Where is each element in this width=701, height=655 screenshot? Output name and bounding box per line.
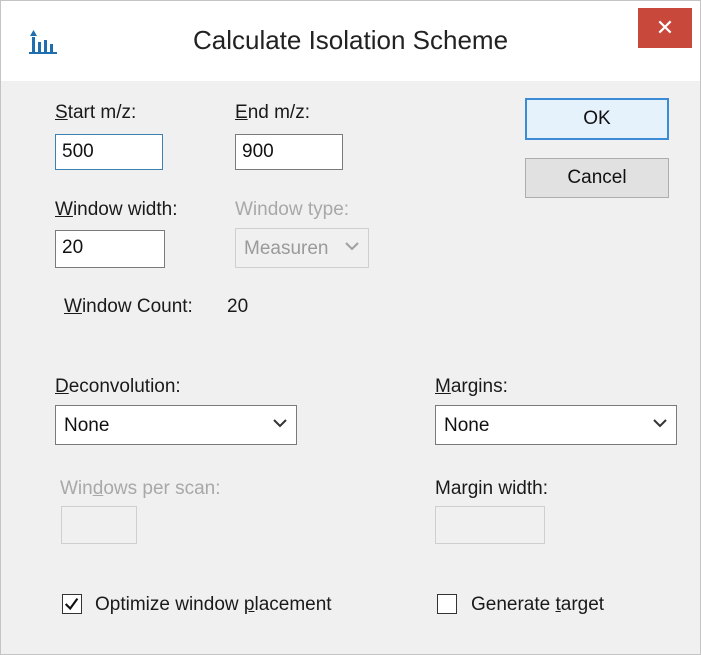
margins-label: Margins:	[435, 376, 508, 397]
window-count-value: 20	[227, 296, 249, 317]
cancel-button[interactable]: Cancel	[525, 158, 669, 198]
window-type-select: Measuren	[235, 228, 369, 268]
dialog-body: Start m/z: 500 End m/z: 900 OK Cancel Wi…	[9, 81, 694, 644]
generate-target-label[interactable]: Generate target	[471, 594, 604, 616]
title-bar: Calculate Isolation Scheme ✕	[1, 1, 700, 81]
generate-target-checkbox[interactable]	[437, 594, 457, 614]
end-mz-label: End m/z:	[235, 102, 310, 123]
start-mz-input[interactable]: 500	[55, 134, 163, 170]
optimize-placement-checkbox[interactable]	[62, 594, 82, 614]
window-width-input[interactable]: 20	[55, 230, 165, 268]
chevron-down-icon	[653, 419, 667, 428]
deconvolution-label: Deconvolution:	[55, 376, 181, 397]
close-icon: ✕	[655, 15, 675, 40]
optimize-placement-label[interactable]: Optimize window placement	[95, 594, 332, 616]
start-mz-label: Start m/z:	[55, 102, 137, 123]
margins-select[interactable]: None	[435, 405, 677, 445]
close-button[interactable]: ✕	[638, 8, 692, 48]
chevron-down-icon	[273, 419, 287, 428]
margin-width-label: Margin width:	[435, 478, 548, 499]
dialog-title: Calculate Isolation Scheme	[192, 25, 509, 55]
margin-width-input	[435, 506, 545, 544]
dialog-window: Calculate Isolation Scheme ✕ Start m/z: …	[0, 0, 701, 655]
checkmark-icon	[64, 597, 79, 611]
ok-button[interactable]: OK	[525, 98, 669, 140]
windows-per-scan-input	[61, 506, 137, 544]
window-width-label: Window width:	[55, 199, 178, 220]
end-mz-input[interactable]: 900	[235, 134, 343, 170]
windows-per-scan-label: Windows per scan:	[60, 478, 221, 499]
window-count-label: Window Count:	[64, 296, 193, 317]
window-type-label: Window type:	[235, 199, 350, 220]
chevron-down-icon	[345, 242, 359, 251]
deconvolution-select[interactable]: None	[55, 405, 297, 445]
